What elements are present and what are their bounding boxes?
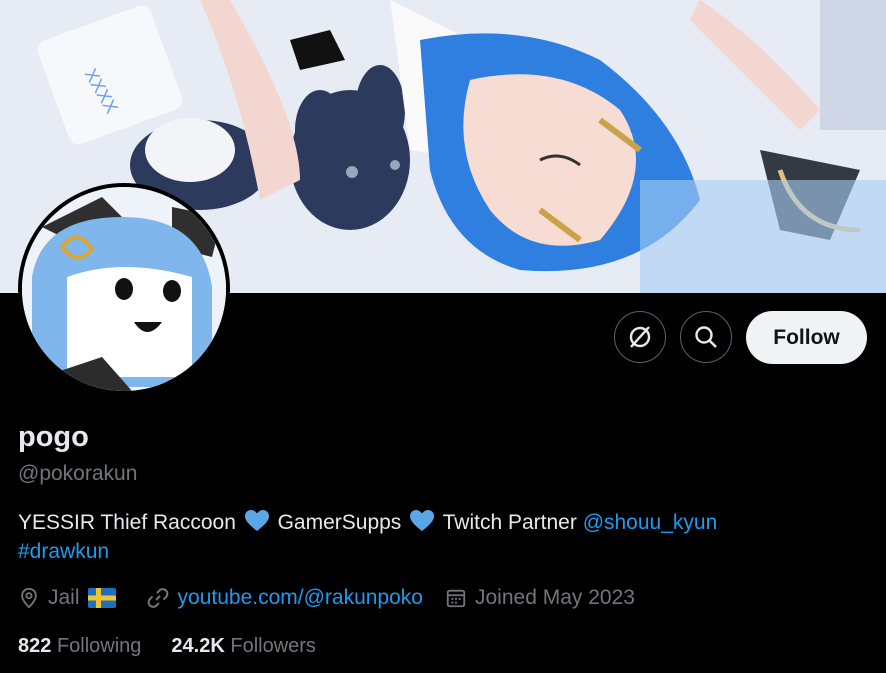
grok-button[interactable] [614, 311, 666, 363]
profile-meta: Jail youtube.com/@rakunpoko Joined May 2… [18, 586, 657, 610]
display-name: pogo [18, 421, 89, 453]
followers-count: 24.2K [171, 635, 225, 657]
profile-avatar[interactable] [18, 183, 230, 395]
bio-hashtag-link[interactable]: #drawkun [18, 540, 109, 563]
calendar-icon [446, 589, 466, 608]
bio-mention-link[interactable]: @shouu_kyun [583, 511, 718, 534]
joined-date: Joined May 2023 [474, 586, 635, 609]
location-pin-icon [21, 587, 37, 609]
following-count: 822 [18, 635, 52, 657]
website-item: youtube.com/@rakunpoko [146, 586, 423, 610]
follow-stats: 822 Following 24.2K Followers [18, 635, 346, 658]
location-text: Jail [48, 586, 80, 609]
bio-text-2: GamerSupps [277, 511, 402, 534]
bio-text-3: Twitch Partner [442, 511, 577, 534]
search-icon [695, 326, 717, 348]
grok-slash-icon [629, 326, 651, 348]
follow-button[interactable]: Follow [746, 311, 867, 364]
user-handle: @pokorakun [18, 462, 138, 485]
profile-bio: YESSIR Thief Raccoon GamerSupps Twitch P… [18, 508, 858, 566]
bio-text-1: YESSIR Thief Raccoon [18, 511, 236, 534]
sweden-flag-icon [87, 588, 116, 608]
followers-stat[interactable]: 24.2K Followers [171, 635, 316, 658]
following-stat[interactable]: 822 Following [18, 635, 141, 658]
blue-heart-icon [244, 510, 269, 531]
following-label: Following [56, 635, 142, 657]
joined-item: Joined May 2023 [445, 586, 635, 610]
link-icon [147, 588, 168, 608]
location-item: Jail [18, 586, 124, 610]
avatar-image [22, 187, 226, 391]
blue-heart-icon [410, 510, 435, 531]
search-button[interactable] [680, 311, 732, 363]
followers-label: Followers [230, 635, 316, 657]
website-link[interactable]: youtube.com/@rakunpoko [178, 586, 423, 610]
